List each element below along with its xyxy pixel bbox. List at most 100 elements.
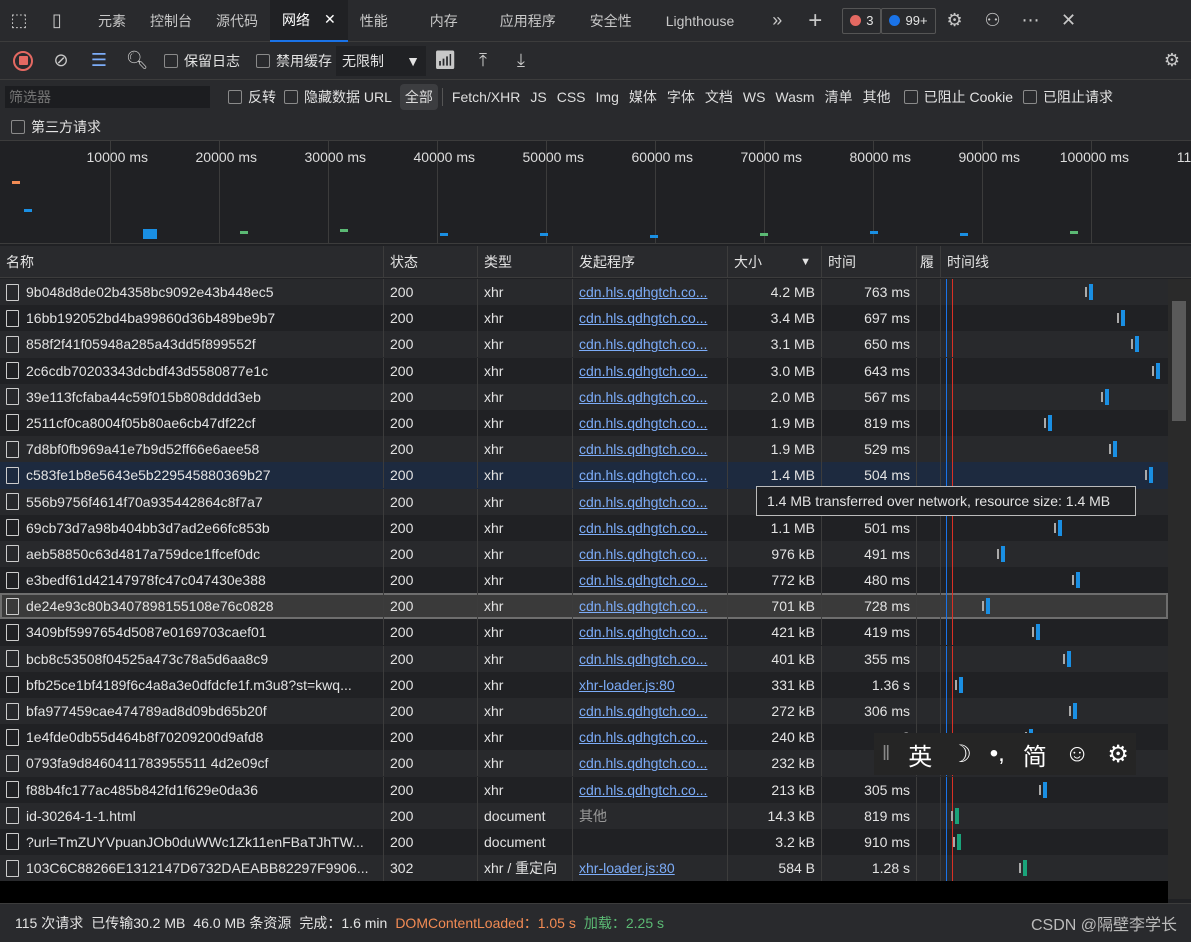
header-status[interactable]: 状态 <box>383 246 477 277</box>
request-name[interactable]: id-30264-1-1.html <box>0 803 383 829</box>
table-row[interactable]: 69cb73d7a98b404bb3d7ad2e66fc853b 200 xhr… <box>0 514 1168 541</box>
filter-icon[interactable]: ☰ <box>80 42 118 80</box>
tab-lighthouse[interactable]: Lighthouse <box>654 0 759 42</box>
initiator-link[interactable]: cdn.hls.qdhgtch.co... <box>579 284 707 300</box>
request-name[interactable]: 9b048d8de02b4358bc9092e43b448ec5 <box>0 279 383 305</box>
initiator-link[interactable]: cdn.hls.qdhgtch.co... <box>579 363 707 379</box>
request-name[interactable]: e3bedf61d42147978fc47c047430e388 <box>0 567 383 593</box>
table-row[interactable]: 103C6C88266E1312147D6732DAEABB82297F9906… <box>0 855 1168 882</box>
request-initiator[interactable]: cdn.hls.qdhgtch.co... <box>572 540 727 567</box>
ime-settings-gear-icon[interactable]: ⚙ <box>1107 740 1129 769</box>
punctuation-icon[interactable]: •, <box>990 740 1005 768</box>
network-overview[interactable]: 10000 ms 20000 ms 30000 ms 40000 ms 50000 ms… <box>0 141 1191 244</box>
initiator-link[interactable]: cdn.hls.qdhgtch.co... <box>579 624 707 640</box>
request-initiator[interactable]: cdn.hls.qdhgtch.co... <box>572 593 727 620</box>
request-initiator[interactable]: cdn.hls.qdhgtch.co... <box>572 409 727 436</box>
request-initiator[interactable]: cdn.hls.qdhgtch.co... <box>572 383 727 410</box>
tab-sources[interactable]: 源代码 <box>204 0 270 42</box>
tab-application[interactable]: 应用程序 <box>488 0 578 42</box>
initiator-link[interactable]: cdn.hls.qdhgtch.co... <box>579 782 707 798</box>
request-name[interactable]: 556b9756f4614f70a935442864c8f7a7 <box>0 489 383 515</box>
initiator-link[interactable]: cdn.hls.qdhgtch.co... <box>579 703 707 719</box>
request-initiator[interactable]: xhr-loader.js:80 <box>572 671 727 698</box>
table-row[interactable]: e3bedf61d42147978fc47c047430e388 200 xhr… <box>0 567 1168 594</box>
type-filter-other[interactable]: 其他 <box>858 84 896 110</box>
initiator-link[interactable]: cdn.hls.qdhgtch.co... <box>579 415 707 431</box>
initiator-link[interactable]: cdn.hls.qdhgtch.co... <box>579 441 707 457</box>
request-name[interactable]: bcb8c53508f04525a473c78a5d6aa8c9 <box>0 646 383 672</box>
table-row[interactable]: aeb58850c63d4817a759dce1ffcef0dc 200 xhr… <box>0 540 1168 568</box>
export-har-icon[interactable]: ⤓ <box>502 42 540 80</box>
tab-elements[interactable]: 元素 <box>86 0 138 42</box>
type-filter-css[interactable]: CSS <box>552 86 591 108</box>
request-name[interactable]: 0793fa9d8460411783955511 4d2e09cf <box>0 750 383 776</box>
request-initiator[interactable]: cdn.hls.qdhgtch.co... <box>572 462 727 489</box>
request-name[interactable]: bfa977459cae474789ad8d09bd65b20f <box>0 698 383 724</box>
tab-performance[interactable]: 性能 <box>348 0 418 42</box>
request-name[interactable]: 2511cf0ca8004f05b80ae6cb47df22cf <box>0 410 383 436</box>
device-toolbar-icon[interactable]: ▯ <box>38 2 76 40</box>
table-row[interactable]: bcb8c53508f04525a473c78a5d6aa8c9 200 xhr… <box>0 645 1168 672</box>
initiator-link[interactable]: cdn.hls.qdhgtch.co... <box>579 310 707 326</box>
type-filter-wasm[interactable]: Wasm <box>770 86 819 108</box>
disable-cache-checkbox[interactable]: 禁用缓存 <box>256 51 332 71</box>
initiator-link[interactable]: cdn.hls.qdhgtch.co... <box>579 572 707 588</box>
blocked-cookies-checkbox[interactable]: 已阻止 Cookie <box>903 87 1013 107</box>
ime-language-toggle[interactable]: 英 <box>908 737 932 772</box>
table-row[interactable]: 2c6cdb70203343dcbdf43d5580877e1c 200 xhr… <box>0 357 1168 384</box>
moon-icon[interactable]: ☽ <box>950 740 972 769</box>
type-filter-media[interactable]: 媒体 <box>624 84 662 110</box>
header-waterfall[interactable]: 时间线 <box>940 246 1191 277</box>
import-har-icon[interactable]: ⤒ <box>464 42 502 80</box>
header-fulfilled[interactable]: 履 <box>916 246 940 277</box>
request-name[interactable]: f88b4fc177ac485b842fd1f629e0da36 <box>0 777 383 803</box>
table-row[interactable]: 858f2f41f05948a285a43dd5f899552f 200 xhr… <box>0 331 1168 358</box>
emoji-icon[interactable]: ☺ <box>1065 740 1090 768</box>
clear-icon[interactable]: ⊘ <box>42 42 80 80</box>
request-name[interactable]: 2c6cdb70203343dcbdf43d5580877e1c <box>0 358 383 384</box>
initiator-link[interactable]: cdn.hls.qdhgtch.co... <box>579 755 707 771</box>
header-size[interactable]: 大小 ▼ <box>727 246 821 277</box>
request-name[interactable]: ?url=TmZUYVpuanJOb0duWWc1Zk11enFBaTJhTW.… <box>0 829 383 855</box>
table-row[interactable]: ?url=TmZUYVpuanJOb0duWWc1Zk11enFBaTJhTW.… <box>0 828 1168 856</box>
header-name[interactable]: 名称 <box>0 246 383 277</box>
request-initiator[interactable]: cdn.hls.qdhgtch.co... <box>572 357 727 384</box>
table-row[interactable]: id-30264-1-1.html 200 document 其他 14.3 k… <box>0 802 1168 829</box>
network-settings-gear-icon[interactable]: ⚙ <box>1153 42 1191 80</box>
network-conditions-icon[interactable]: 📶︎ <box>426 42 464 80</box>
initiator-link[interactable]: cdn.hls.qdhgtch.co... <box>579 494 707 510</box>
errors-badge[interactable]: 3 <box>842 7 882 34</box>
initiator-link[interactable]: cdn.hls.qdhgtch.co... <box>579 389 707 405</box>
request-initiator[interactable]: cdn.hls.qdhgtch.co... <box>572 514 727 541</box>
request-initiator[interactable]: cdn.hls.qdhgtch.co... <box>572 698 727 724</box>
request-initiator[interactable]: cdn.hls.qdhgtch.co... <box>572 436 727 463</box>
table-row[interactable]: 39e113fcfaba44c59f015b808dddd3eb 200 xhr… <box>0 383 1168 410</box>
invert-checkbox[interactable]: 反转 <box>228 87 276 107</box>
request-name[interactable]: 1e4fde0db55d464b8f70209200d9afd8 <box>0 724 383 750</box>
record-stop-icon[interactable] <box>4 42 42 80</box>
filter-input[interactable] <box>5 85 210 108</box>
header-initiator[interactable]: 发起程序 <box>572 246 727 277</box>
close-devtools-icon[interactable]: ✕ <box>1050 2 1088 40</box>
initiator-link[interactable]: xhr-loader.js:80 <box>579 860 675 876</box>
messages-badge[interactable]: 99+ <box>881 7 936 34</box>
table-row[interactable]: de24e93c80b3407898155108e76c0828 200 xhr… <box>0 593 1168 620</box>
request-initiator[interactable]: cdn.hls.qdhgtch.co... <box>572 305 727 332</box>
table-row[interactable]: f88b4fc177ac485b842fd1f629e0da36 200 xhr… <box>0 776 1168 803</box>
tab-memory[interactable]: 内存 <box>418 0 488 42</box>
type-filter-fetch-xhr[interactable]: Fetch/XHR <box>447 86 525 108</box>
request-name[interactable]: c583fe1b8e5643e5b229545880369b27 <box>0 462 383 488</box>
initiator-link[interactable]: cdn.hls.qdhgtch.co... <box>579 467 707 483</box>
inspect-element-icon[interactable]: ⬚ <box>0 2 38 40</box>
throttle-select[interactable]: 无限制 ▼ <box>336 45 426 76</box>
hide-data-urls-checkbox[interactable]: 隐藏数据 URL <box>284 87 392 107</box>
initiator-link[interactable]: cdn.hls.qdhgtch.co... <box>579 336 707 352</box>
request-name[interactable]: 103C6C88266E1312147D6732DAEABB82297F9906… <box>0 855 383 881</box>
request-name[interactable]: 16bb192052bd4ba99860d36b489be9b7 <box>0 305 383 331</box>
request-initiator[interactable]: xhr-loader.js:80 <box>572 855 727 882</box>
type-filter-all[interactable]: 全部 <box>399 83 438 110</box>
close-icon[interactable]: ✕ <box>324 11 336 28</box>
tab-security[interactable]: 安全性 <box>578 0 654 42</box>
table-row[interactable]: bfb25ce1bf4189f6c4a8a3e0dfdcfe1f.m3u8?st… <box>0 671 1168 698</box>
initiator-link[interactable]: xhr-loader.js:80 <box>579 677 675 693</box>
